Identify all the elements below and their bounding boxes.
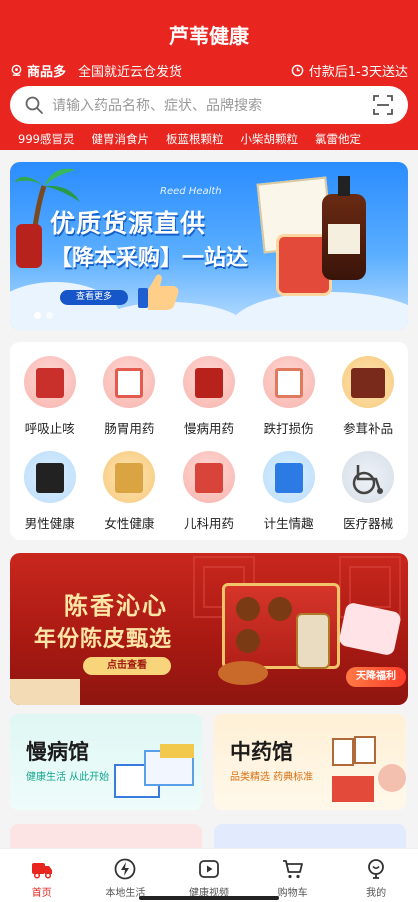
hot-keyword[interactable]: 999感冒灵 bbox=[18, 131, 74, 147]
tab-health-video[interactable]: 健康视频 bbox=[167, 849, 251, 902]
tile-title: 慢病馆 bbox=[26, 740, 89, 764]
category-label: 呼吸止咳 bbox=[24, 421, 75, 436]
category-label: 参茸补品 bbox=[343, 421, 394, 436]
search-bar[interactable]: 请输入药品名称、症状、品牌搜索 bbox=[10, 86, 408, 124]
promo-view-button[interactable]: 点击查看 bbox=[83, 657, 171, 675]
category-image bbox=[103, 451, 156, 503]
wheelchair-icon bbox=[352, 465, 384, 495]
category-family-planning[interactable]: 计生情趣 bbox=[249, 451, 329, 532]
banner-title: 优质货源直供 bbox=[50, 209, 207, 238]
tab-cart[interactable]: 购物车 bbox=[251, 849, 335, 902]
hero-banner[interactable]: Reed Health 优质货源直供 【降本采购】一站达 查看更多 bbox=[10, 162, 408, 330]
category-image bbox=[182, 356, 235, 408]
hot-keyword[interactable]: 板蓝根颗粒 bbox=[166, 131, 224, 147]
header: 芦苇健康 商品多 全国就近云仓发货 付款后1-3天送达 请输入药品名称、症状、品… bbox=[0, 0, 418, 150]
category-label: 儿科用药 bbox=[183, 516, 234, 531]
tab-profile[interactable]: 我的 bbox=[334, 849, 418, 902]
tab-label: 首页 bbox=[31, 888, 52, 899]
hot-keywords: 999感冒灵 健胃消食片 板蓝根颗粒 小柴胡颗粒 氯雷他定 bbox=[18, 131, 361, 147]
tcm-hall-tile[interactable]: 中药馆 品类精选 药典标准 bbox=[214, 714, 406, 810]
category-chronic[interactable]: 慢病用药 bbox=[169, 356, 249, 437]
cart-icon bbox=[282, 860, 303, 879]
category-label: 肠胃用药 bbox=[104, 421, 155, 436]
category-image bbox=[182, 451, 235, 503]
home-indicator bbox=[139, 896, 279, 900]
tab-label: 我的 bbox=[366, 888, 387, 899]
category-injury[interactable]: 跌打损伤 bbox=[249, 356, 329, 437]
clock-icon bbox=[291, 64, 304, 77]
category-label: 男性健康 bbox=[24, 516, 75, 531]
shipping-note: 全国就近云仓发货 bbox=[78, 65, 183, 80]
category-tonic[interactable]: 参茸补品 bbox=[328, 356, 408, 437]
banner-more-button[interactable]: 查看更多 bbox=[60, 290, 128, 305]
tile-title: 中药馆 bbox=[230, 740, 293, 764]
category-image bbox=[103, 356, 156, 408]
search-input[interactable]: 请输入药品名称、症状、品牌搜索 bbox=[52, 95, 372, 115]
search-icon bbox=[25, 96, 43, 114]
lightning-icon bbox=[114, 858, 136, 880]
category-label: 慢病用药 bbox=[183, 421, 234, 436]
delivery-note: 付款后1-3天送达 bbox=[308, 65, 408, 80]
category-label: 计生情趣 bbox=[263, 516, 314, 531]
promo-title-line2: 年份陈皮甄选 bbox=[34, 627, 173, 652]
tab-label: 购物车 bbox=[277, 888, 308, 899]
profile-icon bbox=[368, 859, 385, 879]
category-label: 跌打损伤 bbox=[263, 421, 314, 436]
chronic-disease-hall-tile[interactable]: 慢病馆 健康生活 从此开始 bbox=[10, 714, 202, 810]
category-respiratory[interactable]: 呼吸止咳 bbox=[10, 356, 90, 437]
pagination-dot bbox=[46, 312, 53, 319]
category-image bbox=[262, 356, 315, 408]
play-icon bbox=[199, 860, 219, 878]
service-info-row: 商品多 全国就近云仓发货 付款后1-3天送达 bbox=[10, 61, 408, 81]
category-gastro[interactable]: 肠胃用药 bbox=[90, 356, 170, 437]
tab-home[interactable]: 首页 bbox=[0, 849, 84, 902]
app-title: 芦苇健康 bbox=[169, 24, 249, 48]
category-card: 呼吸止咳 肠胃用药 慢病用药 跌打损伤 参茸补品 男性健康 女性健康 儿科用药 bbox=[10, 342, 408, 540]
scan-icon[interactable] bbox=[372, 94, 394, 116]
hot-keyword[interactable]: 氯雷他定 bbox=[315, 131, 361, 147]
category-label: 女性健康 bbox=[104, 516, 155, 531]
category-image bbox=[23, 451, 76, 503]
promo-title-line1: 陈香沁心 bbox=[64, 592, 168, 620]
category-image bbox=[262, 451, 315, 503]
home-truck-icon bbox=[31, 863, 52, 879]
hot-keyword[interactable]: 小柴胡颗粒 bbox=[240, 131, 298, 147]
highlight-text: 商品多 bbox=[27, 65, 67, 80]
bottom-tab-bar: 首页 本地生活 健康视频 购物车 我的 bbox=[0, 848, 418, 902]
tile-subtitle: 健康生活 从此开始 bbox=[26, 772, 110, 783]
category-pediatrics[interactable]: 儿科用药 bbox=[169, 451, 249, 532]
promo-badge[interactable]: 天降福利 bbox=[346, 667, 406, 687]
tab-local-life[interactable]: 本地生活 bbox=[84, 849, 168, 902]
category-image bbox=[23, 356, 76, 408]
category-women-health[interactable]: 女性健康 bbox=[90, 451, 170, 532]
pagination-dot bbox=[34, 312, 41, 319]
category-men-health[interactable]: 男性健康 bbox=[10, 451, 90, 532]
category-label: 医疗器械 bbox=[343, 516, 394, 531]
banner-brand: Reed Health bbox=[160, 186, 222, 197]
category-image bbox=[342, 356, 395, 408]
thumbs-up-icon bbox=[138, 274, 179, 310]
tile-subtitle: 品类精选 药典标准 bbox=[230, 772, 314, 783]
hot-keyword[interactable]: 健胃消食片 bbox=[91, 131, 149, 147]
promo-banner[interactable]: 陈香沁心 年份陈皮甄选 点击查看 天降福利 bbox=[10, 553, 408, 705]
banner-pagination bbox=[34, 312, 53, 319]
location-pin-icon bbox=[11, 64, 22, 76]
banner-subtitle: 【降本采购】一站达 bbox=[50, 246, 249, 271]
category-medical-devices[interactable]: 医疗器械 bbox=[328, 451, 408, 532]
category-grid: 呼吸止咳 肠胃用药 慢病用药 跌打损伤 参茸补品 男性健康 女性健康 儿科用药 bbox=[10, 356, 408, 532]
category-image bbox=[342, 451, 395, 503]
